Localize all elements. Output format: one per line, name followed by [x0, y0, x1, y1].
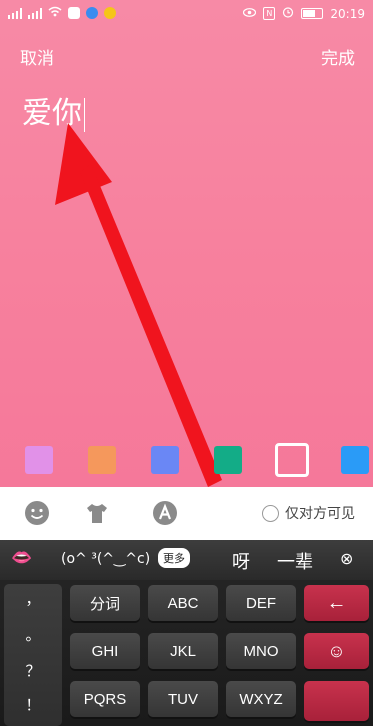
visible-only-label: 仅对方可见	[285, 506, 355, 522]
key-def[interactable]: DEF	[226, 585, 296, 621]
color-swatch-orange[interactable]	[88, 446, 116, 474]
radio-button[interactable]	[262, 504, 279, 522]
punct-key[interactable]: ！	[4, 694, 62, 715]
punct-key[interactable]: ？	[4, 660, 62, 681]
font-icon[interactable]	[152, 500, 178, 526]
color-swatch-pink[interactable]	[25, 446, 53, 474]
punctuation-column[interactable]: ， 。 ？ ！	[4, 584, 62, 726]
editor-area: N 20:19 取消 完成 爱你	[0, 0, 373, 487]
key-wxyz[interactable]: WXYZ	[226, 681, 296, 717]
punct-key[interactable]: ，	[4, 588, 62, 609]
color-swatch-blue[interactable]	[151, 446, 179, 474]
visible-only-option[interactable]: 仅对方可见	[262, 503, 355, 523]
keyboard: ， 。 ？ ！ 分词 ABC DEF ← GHI JKL MNO ☺ PQRS …	[0, 580, 373, 726]
backspace-key[interactable]: ←	[304, 585, 369, 621]
candidate-word[interactable]: 呀	[232, 548, 250, 574]
color-swatch-green[interactable]	[214, 446, 242, 474]
key-mno[interactable]: MNO	[226, 633, 296, 669]
color-swatch-lightblue[interactable]	[341, 446, 369, 474]
candidate-bar: 👄 (o^ ³(^‿^c) 更多 呀 一辈 ⊗	[0, 540, 373, 580]
shirt-icon[interactable]	[84, 500, 110, 526]
color-swatch-selected[interactable]	[275, 443, 309, 477]
close-candidates-button[interactable]: ⊗	[340, 549, 353, 568]
punct-key[interactable]: 。	[4, 624, 62, 645]
emoji-key[interactable]: ☺	[304, 633, 369, 669]
key-tuv[interactable]: TUV	[148, 681, 218, 717]
emoji-icon[interactable]	[24, 500, 50, 526]
key-pqrs[interactable]: PQRS	[70, 681, 140, 717]
key-ghi[interactable]: GHI	[70, 633, 140, 669]
color-palette	[0, 443, 373, 480]
key-jkl[interactable]: JKL	[148, 633, 218, 669]
key-abc[interactable]: ABC	[148, 585, 218, 621]
lips-emoji-button[interactable]: 👄	[11, 548, 32, 568]
candidate-word[interactable]: 一辈	[277, 548, 313, 574]
kaomoji-candidate[interactable]: (o^ ³(^‿^c)	[61, 551, 150, 567]
more-button[interactable]: 更多	[158, 548, 190, 568]
enter-key[interactable]	[304, 681, 369, 721]
edit-toolbar: 仅对方可见	[0, 487, 373, 540]
key-segment[interactable]: 分词	[70, 585, 140, 621]
red-arrow-annotation	[55, 123, 222, 487]
